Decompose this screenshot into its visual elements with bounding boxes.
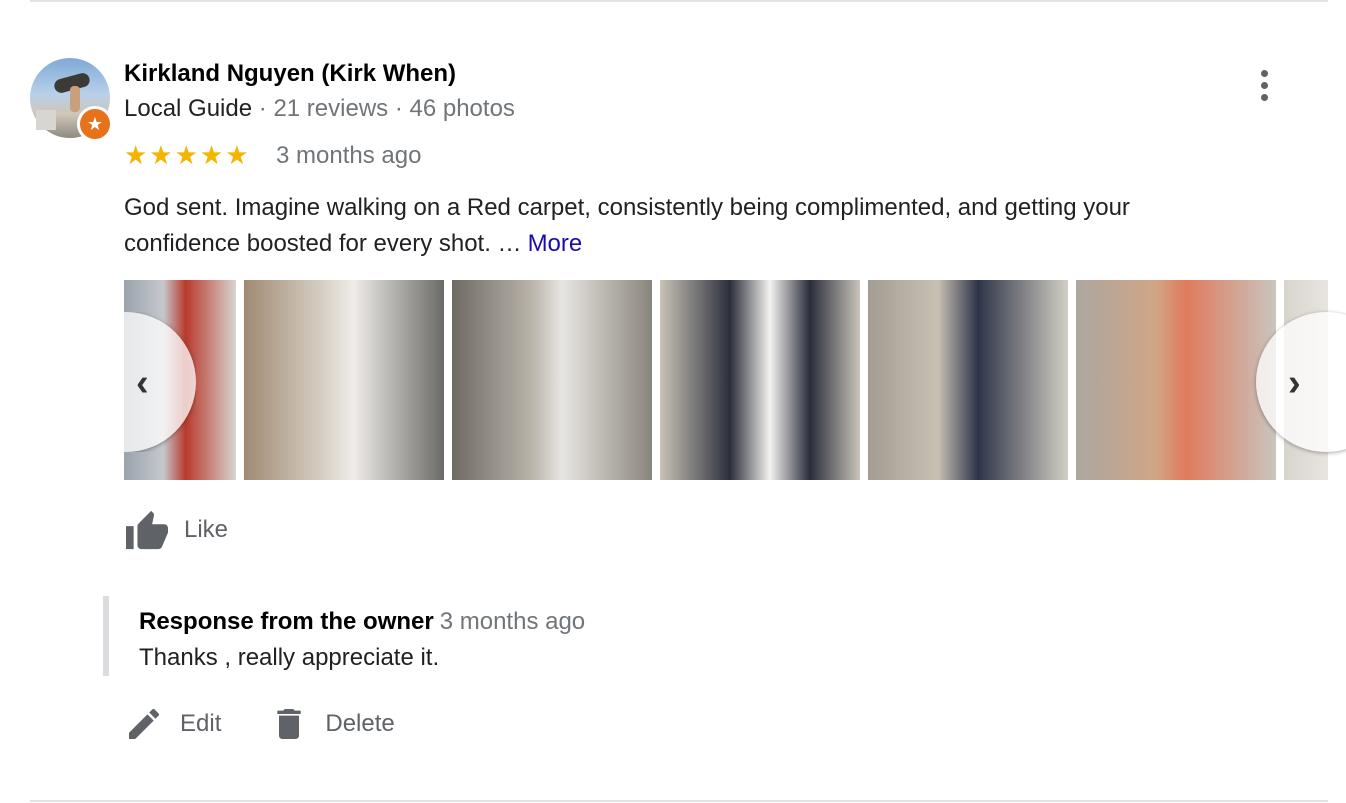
carousel-prev-button[interactable]: ‹ [124, 312, 196, 452]
chevron-right-icon: › [1288, 362, 1301, 404]
review-text: God sent. Imagine walking on a Red carpe… [124, 194, 1130, 257]
avatar-building [36, 110, 56, 130]
local-guide-badge-icon: ★ [77, 106, 113, 142]
local-guide-label: Local Guide [124, 95, 253, 122]
chevron-left-icon: ‹ [136, 362, 149, 404]
review-text-block: God sent. Imagine walking on a Red carpe… [124, 190, 1244, 262]
delete-label: Delete [325, 710, 395, 737]
edit-button[interactable]: Edit [124, 704, 221, 744]
reviewer-meta: Local Guide · 21 reviews · 46 photos [124, 95, 515, 123]
pencil-icon [129, 708, 160, 739]
reviewer-name[interactable]: Kirkland Nguyen (Kirk When) [124, 60, 456, 88]
review-photo[interactable] [244, 280, 444, 480]
review-time: 3 months ago [276, 142, 422, 169]
review-photo[interactable] [452, 280, 652, 480]
avatar-figure-body [70, 86, 80, 112]
review-photo[interactable] [1076, 280, 1276, 480]
reviews-count: 21 reviews [273, 95, 389, 122]
trash-icon [277, 709, 302, 739]
like-label: Like [184, 516, 229, 543]
like-button[interactable]: Like [124, 508, 228, 552]
review-photo[interactable] [868, 280, 1068, 480]
delete-button[interactable]: Delete [269, 704, 395, 744]
photo-carousel [124, 280, 1328, 480]
meta-separator: · [394, 95, 403, 122]
photos-count: 46 photos [409, 95, 515, 122]
owner-response-heading: Response from the owner 3 months ago [139, 608, 585, 636]
bottom-divider [30, 800, 1328, 802]
more-options-icon[interactable] [1254, 70, 1274, 106]
edit-label: Edit [180, 710, 222, 737]
owner-response-time: 3 months ago [439, 608, 586, 635]
owner-response: Response from the owner 3 months ago Than… [103, 596, 809, 676]
rating-stars: ★★★★★ [124, 140, 251, 170]
owner-response-title: Response from the owner [139, 608, 434, 635]
review-photo[interactable] [660, 280, 860, 480]
response-actions: Edit Delete [124, 700, 443, 748]
more-link[interactable]: More [528, 230, 583, 257]
top-divider [30, 0, 1328, 2]
thumbs-up-icon [126, 510, 168, 550]
meta-separator: · [258, 95, 267, 122]
owner-response-text: Thanks , really appreciate it. [139, 644, 440, 671]
